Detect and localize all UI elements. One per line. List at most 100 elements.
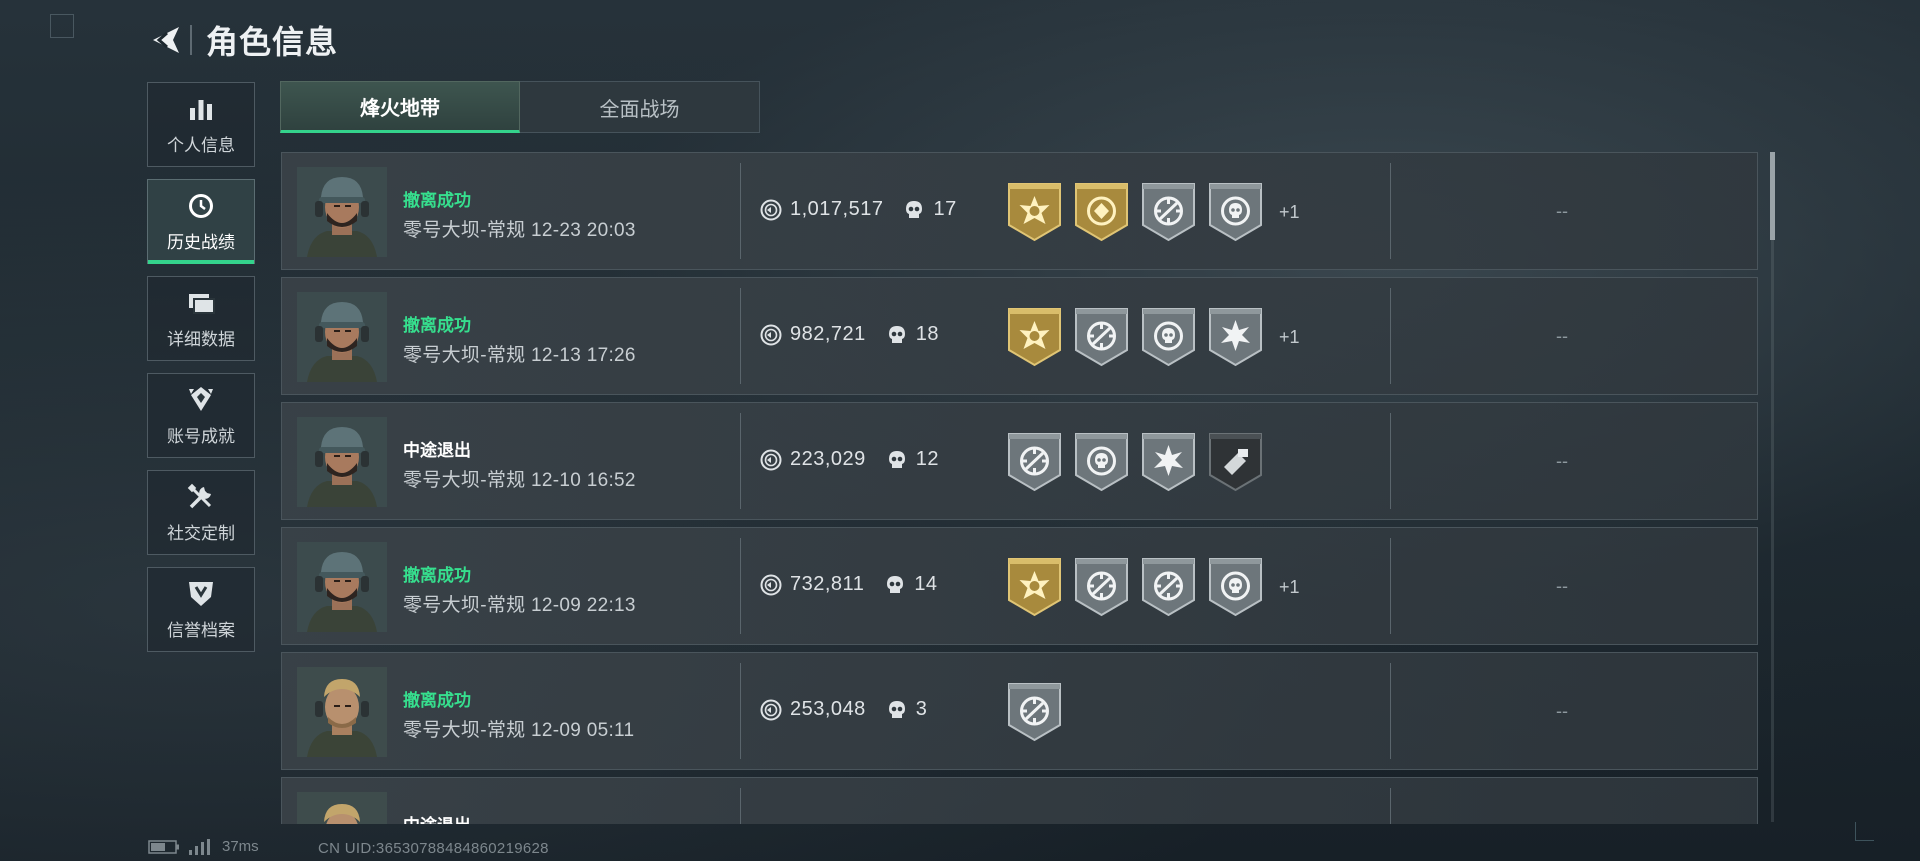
burst-badge-icon[interactable] bbox=[1141, 431, 1196, 493]
scrollbar-track[interactable] bbox=[1771, 152, 1774, 822]
match-record-row[interactable]: 中途退出 零号大坝-常规 12-10 16:52 223,029 12 -- bbox=[281, 402, 1758, 520]
skull-target-badge-icon[interactable] bbox=[1208, 181, 1263, 243]
extra-field: -- bbox=[1556, 701, 1568, 721]
map-name: 零号大坝-常规 bbox=[403, 595, 526, 616]
column-divider bbox=[740, 788, 741, 824]
coin-icon bbox=[760, 699, 782, 721]
tab-warfare[interactable]: 全面战场 bbox=[520, 81, 760, 133]
extraction-status: 撤离成功 bbox=[403, 191, 471, 210]
skull-target-badge-icon[interactable] bbox=[1074, 431, 1129, 493]
target-badge-icon[interactable] bbox=[1074, 306, 1129, 368]
page-title: 角色信息 bbox=[206, 24, 339, 60]
gold-wreath-badge-icon[interactable] bbox=[1074, 181, 1129, 243]
extraction-status: 中途退出 bbox=[403, 441, 471, 460]
extraction-status: 撤离成功 bbox=[403, 691, 471, 710]
match-meta: 零号大坝-常规 12-23 20:03 bbox=[403, 215, 636, 242]
sidebar-item-label: 详细数据 bbox=[167, 330, 235, 349]
achievement-icon bbox=[187, 384, 215, 416]
gold-sun-badge-icon[interactable] bbox=[1007, 181, 1062, 243]
target-badge-icon[interactable] bbox=[1007, 431, 1062, 493]
badge-list: +1 bbox=[1007, 556, 1300, 618]
loot-value: 253,048 bbox=[790, 698, 866, 720]
skull-target-badge-icon[interactable] bbox=[1208, 556, 1263, 618]
back-button[interactable] bbox=[148, 20, 184, 60]
badge-list: +1 bbox=[1007, 306, 1300, 368]
sidebar-item-label: 账号成就 bbox=[167, 427, 235, 446]
match-time: 12-09 05:11 bbox=[531, 720, 635, 741]
target-badge-icon[interactable] bbox=[1007, 681, 1062, 743]
tab-operations[interactable]: 烽火地带 bbox=[280, 81, 520, 133]
column-divider bbox=[1390, 538, 1391, 634]
skull-target-badge-icon[interactable] bbox=[1141, 306, 1196, 368]
sidebar-item-credit-record[interactable]: 信誉档案 bbox=[147, 567, 255, 652]
match-meta: 零号大坝-常规 12-13 17:26 bbox=[403, 340, 636, 367]
header-divider bbox=[190, 25, 192, 55]
extra-field: -- bbox=[1556, 451, 1568, 471]
corner-decoration bbox=[1855, 822, 1874, 841]
operator-avatar bbox=[297, 167, 387, 257]
gear-badge-icon[interactable] bbox=[1208, 431, 1263, 493]
column-divider bbox=[740, 538, 741, 634]
shield-icon bbox=[187, 578, 215, 610]
match-record-row[interactable]: 撤离成功 零号大坝-常规 12-09 05:11 253,048 3 -- bbox=[281, 652, 1758, 770]
burst-badge-icon[interactable] bbox=[1208, 306, 1263, 368]
column-divider bbox=[1390, 788, 1391, 824]
kill-count: 17 bbox=[933, 198, 957, 220]
match-record-row[interactable]: 撤离成功 零号大坝-常规 12-13 17:26 982,721 18 +1 -… bbox=[281, 277, 1758, 395]
coin-icon bbox=[760, 199, 782, 221]
target-badge-icon[interactable] bbox=[1141, 181, 1196, 243]
match-meta: 零号大坝-常规 12-10 16:52 bbox=[403, 465, 636, 492]
sidebar-item-label: 社交定制 bbox=[167, 524, 235, 543]
scrollbar-thumb[interactable] bbox=[1770, 152, 1775, 240]
extraction-status: 中途退出 bbox=[403, 811, 471, 824]
target-badge-icon[interactable] bbox=[1141, 556, 1196, 618]
match-record-row[interactable]: 中途退出 bbox=[281, 777, 1758, 824]
gold-sun-badge-icon[interactable] bbox=[1007, 306, 1062, 368]
match-time: 12-10 16:52 bbox=[531, 470, 636, 491]
sidebar-item-social-custom[interactable]: 社交定制 bbox=[147, 470, 255, 555]
skull-icon bbox=[884, 574, 906, 596]
match-history-list: 撤离成功 零号大坝-常规 12-23 20:03 1,017,517 17 +1… bbox=[281, 152, 1759, 824]
sidebar-item-label: 信誉档案 bbox=[167, 621, 235, 640]
kill-count: 3 bbox=[915, 698, 928, 720]
operator-avatar bbox=[297, 542, 387, 632]
sidebar-item-personal-info[interactable]: 个人信息 bbox=[147, 82, 255, 167]
match-record-row[interactable]: 撤离成功 零号大坝-常规 12-09 22:13 732,811 14 +1 -… bbox=[281, 527, 1758, 645]
sidebar-item-detailed-data[interactable]: 详细数据 bbox=[147, 276, 255, 361]
loot-value-block: 1,017,517 17 bbox=[760, 198, 957, 221]
skull-icon bbox=[886, 324, 908, 346]
loot-value-block: 223,029 12 bbox=[760, 448, 939, 471]
loot-value: 732,811 bbox=[790, 573, 865, 595]
battery-icon bbox=[148, 839, 179, 854]
map-name: 零号大坝-常规 bbox=[403, 345, 526, 366]
loot-value-block: 982,721 18 bbox=[760, 323, 939, 346]
corner-decoration bbox=[50, 14, 74, 38]
skull-icon bbox=[886, 699, 908, 721]
sidebar-item-label: 个人信息 bbox=[167, 136, 235, 155]
column-divider bbox=[740, 413, 741, 509]
bar-chart-icon bbox=[187, 93, 215, 125]
match-time: 12-09 22:13 bbox=[531, 595, 636, 616]
gold-sun-badge-icon[interactable] bbox=[1007, 556, 1062, 618]
column-divider bbox=[740, 163, 741, 259]
coin-icon bbox=[760, 574, 782, 596]
extra-field: -- bbox=[1556, 576, 1568, 596]
badge-list bbox=[1007, 681, 1074, 743]
map-name: 零号大坝-常规 bbox=[403, 470, 526, 491]
sidebar-item-achievements[interactable]: 账号成就 bbox=[147, 373, 255, 458]
signal-icon bbox=[189, 838, 210, 855]
loot-value-block: 732,811 14 bbox=[760, 573, 938, 596]
sidebar-item-match-history[interactable]: 历史战绩 bbox=[147, 179, 255, 264]
extraction-status: 撤离成功 bbox=[403, 566, 471, 585]
column-divider bbox=[740, 663, 741, 759]
target-badge-icon[interactable] bbox=[1074, 556, 1129, 618]
operator-avatar bbox=[297, 667, 387, 757]
match-time: 12-13 17:26 bbox=[531, 345, 636, 366]
operator-avatar bbox=[297, 792, 387, 824]
match-record-row[interactable]: 撤离成功 零号大坝-常规 12-23 20:03 1,017,517 17 +1… bbox=[281, 152, 1758, 270]
loot-value: 1,017,517 bbox=[790, 198, 884, 220]
column-divider bbox=[1390, 163, 1391, 259]
map-name: 零号大坝-常规 bbox=[403, 220, 526, 241]
more-badges-count: +1 bbox=[1279, 576, 1300, 597]
operator-avatar bbox=[297, 417, 387, 507]
